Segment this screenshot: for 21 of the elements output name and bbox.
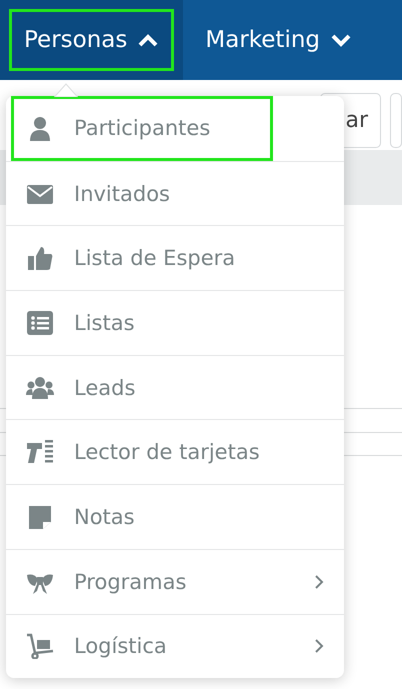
menu-item[interactable]: Leads	[6, 354, 344, 420]
nav-tab[interactable]: Marketing	[183, 0, 374, 80]
menu-item[interactable]: Notas	[6, 484, 344, 549]
sticky-note-icon	[26, 504, 54, 530]
group-icon	[26, 374, 54, 401]
page-button[interactable]	[390, 93, 402, 148]
menu-item[interactable]: Logística	[6, 614, 344, 678]
menu-pointer	[54, 83, 78, 97]
menu-item[interactable]: Lector de tarjetas	[6, 419, 344, 484]
menu-item[interactable]: Invitados	[6, 160, 344, 226]
menu-item[interactable]: Listas	[6, 290, 344, 355]
menu-item[interactable]: Programas	[6, 548, 344, 614]
chevron-up-icon	[137, 32, 160, 48]
list-icon	[26, 310, 54, 336]
thumbs-up-icon	[26, 245, 54, 272]
hand-truck-icon	[26, 633, 54, 660]
nav-tab[interactable]: Personas	[0, 0, 184, 80]
barcode-scanner-icon	[26, 439, 54, 466]
menu-item[interactable]: Lista de Espera	[6, 225, 344, 290]
menu-item[interactable]: Participantes	[11, 96, 273, 161]
chevron-down-icon	[330, 32, 352, 48]
